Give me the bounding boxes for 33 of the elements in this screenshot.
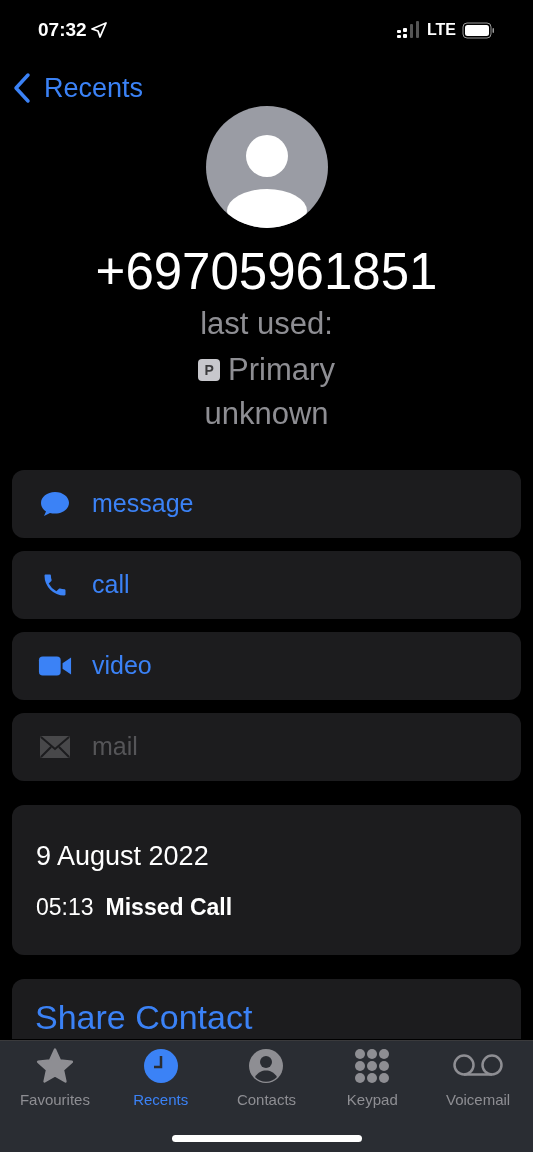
contact-action-button[interactable]: message [12, 470, 521, 538]
signal-icon [396, 21, 421, 39]
envelope-icon [39, 735, 71, 759]
line-name: Primary [228, 351, 335, 389]
tab-bar-item[interactable]: Voicemail [426, 1047, 531, 1112]
network-type: LTE [426, 20, 456, 40]
tab-bar-item[interactable]: Contacts [214, 1047, 319, 1112]
star-icon [35, 1048, 74, 1084]
call-type: Missed Call [105, 893, 233, 922]
share-contact-button[interactable]: Share Contact [12, 979, 521, 1039]
back-button[interactable]: Recents [12, 67, 144, 109]
battery-icon [462, 21, 495, 39]
avatar-icon [205, 106, 328, 228]
speech-bubble-icon [39, 490, 71, 518]
last-used-label: last used: [200, 305, 333, 343]
chevron-left-icon [12, 72, 32, 104]
tab-bar-item[interactable]: Recents [108, 1047, 213, 1112]
clock-icon [143, 1049, 178, 1083]
voicemail-icon [452, 1054, 505, 1078]
call-time: 05:13 [36, 893, 94, 922]
line-badge: P [198, 359, 221, 381]
phone-number: +69705961851 [95, 242, 438, 302]
video-camera-icon [38, 654, 72, 678]
tab-bar-item[interactable]: Favourites [2, 1047, 107, 1112]
location-text: unknown [204, 395, 329, 433]
keypad-icon [355, 1049, 390, 1083]
tab-bar-item[interactable]: Keypad [320, 1047, 425, 1112]
contact-action-button[interactable]: call [12, 551, 521, 619]
person-circle-icon [249, 1049, 284, 1083]
contact-action-button[interactable]: video [12, 632, 521, 700]
status-time: 07:32 [38, 17, 87, 42]
location-arrow-icon [90, 22, 107, 38]
call-date: 9 August 2022 [36, 839, 210, 873]
